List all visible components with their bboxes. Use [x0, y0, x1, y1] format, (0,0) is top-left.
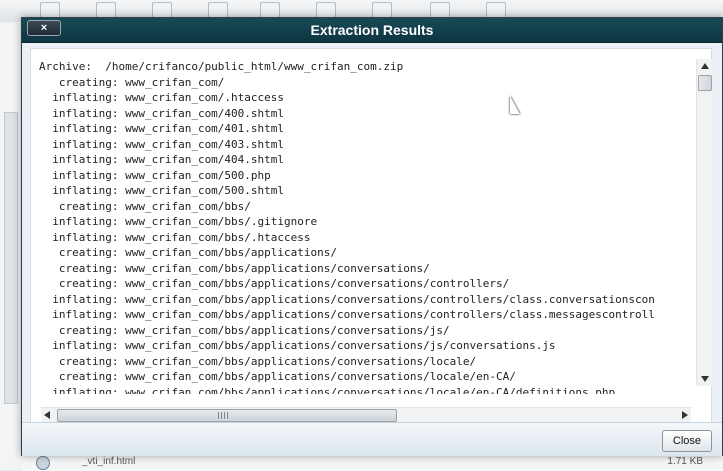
log-line: creating: www_crifan_com/bbs/application… [39, 370, 516, 383]
log-line: inflating: www_crifan_com/bbs/applicatio… [39, 292, 655, 306]
log-line: inflating: www_crifan_com/bbs/applicatio… [39, 385, 616, 395]
log-line: creating: www_crifan_com/bbs/application… [39, 261, 430, 275]
close-icon[interactable]: × [27, 20, 61, 36]
scroll-right-icon[interactable] [682, 411, 688, 419]
log-line: creating: www_crifan_com/ [39, 75, 225, 89]
file-icon [36, 456, 50, 470]
scroll-up-icon[interactable] [701, 63, 709, 69]
log-line: creating: www_crifan_com/bbs/application… [39, 354, 477, 368]
log-line: inflating: www_crifan_com/403.shtml [39, 137, 285, 151]
extraction-results-dialog: × Extraction Results Archive: /home/crif… [21, 17, 723, 456]
log-line: inflating: www_crifan_com/404.shtml [39, 153, 285, 166]
log-line: creating: www_crifan_com/bbs/application… [39, 323, 450, 337]
log-line: inflating: www_crifan_com/500.php [39, 168, 271, 182]
log-line: inflating: www_crifan_com/bbs/applicatio… [39, 339, 556, 352]
mouse-cursor-icon [510, 96, 520, 114]
close-button[interactable]: Close [661, 430, 712, 452]
vertical-scroll-thumb[interactable] [698, 75, 712, 91]
scroll-down-icon[interactable] [701, 376, 709, 382]
log-line: creating: www_crifan_com/bbs/ [39, 199, 251, 213]
log-line: creating: www_crifan_com/bbs/application… [39, 277, 510, 290]
log-line: inflating: www_crifan_com/bbs/applicatio… [39, 308, 655, 321]
background-left-panel [0, 22, 23, 470]
extraction-log[interactable]: Archive: /home/crifanco/public_html/www_… [31, 49, 696, 394]
log-lines: Archive: /home/crifanco/public_html/www_… [39, 59, 696, 394]
dialog-title: Extraction Results [310, 22, 434, 38]
log-line: inflating: www_crifan_com/401.shtml [39, 122, 285, 135]
log-line: inflating: www_crifan_com/.htaccess [39, 91, 285, 104]
horizontal-scrollbar[interactable] [41, 407, 691, 422]
background-left-scrollbar [4, 112, 18, 404]
log-line: inflating: www_crifan_com/bbs/.gitignore [39, 215, 318, 228]
dialog-titlebar: × Extraction Results [22, 18, 722, 43]
scroll-grip-icon [218, 412, 228, 419]
log-line: Archive: /home/crifanco/public_html/www_… [39, 60, 404, 73]
vertical-scrollbar[interactable] [696, 59, 712, 386]
log-line: inflating: www_crifan_com/400.shtml [39, 106, 285, 120]
dialog-content: Archive: /home/crifanco/public_html/www_… [30, 48, 712, 430]
dialog-footer: Close [22, 422, 722, 456]
log-line: inflating: www_crifan_com/500.shtml [39, 184, 285, 197]
scroll-left-icon[interactable] [44, 411, 50, 419]
file-name: _vti_inf.html [82, 456, 136, 467]
horizontal-scroll-thumb[interactable] [57, 409, 397, 422]
log-line: creating: www_crifan_com/bbs/application… [39, 246, 338, 259]
file-size: 1.71 KB [667, 456, 703, 467]
log-line: inflating: www_crifan_com/bbs/.htaccess [39, 230, 311, 244]
